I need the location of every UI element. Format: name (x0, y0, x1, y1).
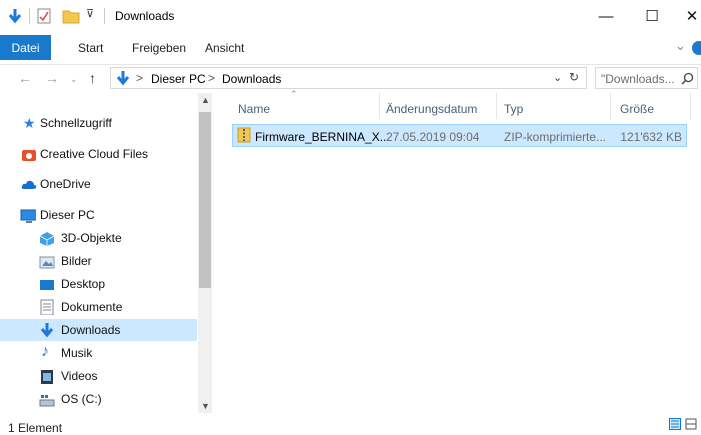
navigation-pane: ★ Schnellzugriff Creative Cloud Files On… (0, 93, 197, 413)
breadcrumb-separator: > (136, 71, 144, 85)
file-type: ZIP-komprimierte... (504, 130, 607, 144)
nav-item-onedrive[interactable]: OneDrive (0, 173, 197, 195)
help-icon[interactable] (692, 41, 701, 55)
nav-item-pictures[interactable]: Bilder (0, 250, 197, 272)
breadcrumb-this-pc[interactable]: Dieser PC (151, 72, 206, 86)
column-header-type[interactable]: Typ (504, 102, 523, 116)
drive-icon (39, 395, 55, 407)
sort-ascending-icon: ⌃ (290, 89, 298, 99)
window-title: Downloads (115, 9, 175, 23)
close-button[interactable]: ✕ (669, 0, 701, 32)
nav-item-label: OS (C:) (61, 392, 102, 406)
search-input[interactable]: "Downloads... (595, 67, 698, 89)
nav-item-this-pc[interactable]: Dieser PC (0, 204, 197, 226)
address-dropdown-icon[interactable]: ⌄ (553, 71, 562, 84)
new-folder-icon[interactable] (62, 8, 80, 24)
column-divider[interactable] (379, 93, 380, 119)
pc-icon (20, 209, 36, 223)
recent-locations-icon[interactable]: ⌄ (70, 74, 78, 85)
nav-item-label: Desktop (61, 277, 106, 291)
document-icon (40, 299, 54, 315)
nav-item-music[interactable]: ♪ Musik (0, 342, 197, 364)
nav-item-label: OneDrive (40, 177, 91, 191)
minimize-button[interactable]: — (583, 0, 629, 32)
up-icon[interactable]: ↑ (89, 70, 96, 86)
scroll-down-icon[interactable]: ▼ (201, 401, 210, 411)
address-bar[interactable]: > Dieser PC > Downloads ⌄ ↻ (110, 67, 587, 89)
item-count: 1 Element (8, 421, 63, 435)
column-divider[interactable] (610, 93, 611, 119)
nav-item-downloads[interactable]: Downloads (0, 319, 197, 341)
separator (29, 8, 30, 24)
breadcrumb-separator: > (208, 71, 216, 85)
nav-item-label: Dokumente (61, 300, 123, 314)
cloud-icon (21, 180, 37, 189)
title-bar: ⊽ Downloads — ☐ ✕ (0, 0, 701, 32)
nav-item-videos[interactable]: Videos (0, 365, 197, 387)
large-icons-view-icon[interactable] (685, 418, 697, 430)
column-header-modified[interactable]: Änderungsdatum (386, 102, 477, 116)
cube-icon (39, 232, 55, 246)
column-divider[interactable] (690, 93, 691, 119)
refresh-icon[interactable]: ↻ (569, 70, 579, 84)
file-name: Firmware_BERNINA_X... (255, 130, 390, 144)
column-header-name[interactable]: Name (238, 102, 270, 116)
star-icon: ★ (23, 115, 36, 131)
nav-item-creative-cloud[interactable]: Creative Cloud Files (0, 143, 197, 165)
search-icon (681, 72, 694, 85)
nav-scrollbar-thumb[interactable] (199, 112, 211, 288)
status-bar: 1 Element (0, 413, 701, 435)
video-icon (41, 370, 53, 384)
pictures-icon (39, 256, 55, 269)
separator (104, 8, 105, 24)
ribbon-expand-icon[interactable]: ⌄ (675, 38, 686, 54)
desktop-icon (40, 280, 54, 290)
tab-share[interactable]: Freigeben (132, 41, 186, 55)
nav-item-label: Videos (61, 369, 98, 383)
file-modified: 27.05.2019 09:04 (386, 130, 480, 144)
ribbon-tabs: Datei Start Freigeben Ansicht ⌄ (0, 32, 701, 65)
nav-item-os-drive[interactable]: OS (C:) (0, 388, 197, 410)
tab-view[interactable]: Ansicht (205, 41, 244, 55)
column-header-size[interactable]: Größe (620, 102, 654, 116)
scroll-up-icon[interactable]: ▲ (201, 95, 210, 105)
back-icon[interactable]: ← (18, 70, 32, 86)
breadcrumb-downloads[interactable]: Downloads (222, 72, 281, 86)
nav-item-3d-objects[interactable]: 3D-Objekte (0, 227, 197, 249)
nav-item-label: 3D-Objekte (61, 231, 122, 245)
music-icon: ♪ (41, 343, 49, 360)
zip-folder-icon (237, 127, 251, 143)
creative-cloud-icon (22, 150, 36, 161)
details-view-icon[interactable] (669, 418, 681, 430)
nav-item-label: Musik (61, 346, 93, 360)
tab-file[interactable]: Datei (0, 35, 51, 60)
forward-icon[interactable]: → (45, 70, 59, 86)
tab-start[interactable]: Start (78, 41, 103, 55)
properties-icon[interactable] (36, 8, 52, 24)
nav-item-documents[interactable]: Dokumente (0, 296, 197, 318)
nav-item-label: Creative Cloud Files (40, 147, 149, 161)
nav-item-quick-access[interactable]: ★ Schnellzugriff (0, 112, 197, 134)
column-divider[interactable] (496, 93, 497, 119)
down-arrow-icon[interactable] (8, 8, 22, 24)
customize-toolbar-icon[interactable]: ⊽ (86, 7, 94, 20)
download-icon (116, 71, 130, 86)
nav-item-label: Downloads (61, 323, 121, 337)
nav-item-desktop[interactable]: Desktop (0, 273, 197, 295)
search-placeholder: "Downloads... (601, 72, 675, 86)
nav-item-label: Schnellzugriff (40, 116, 112, 130)
download-icon (40, 323, 54, 338)
nav-item-label: Bilder (61, 254, 92, 268)
nav-item-label: Dieser PC (40, 208, 95, 222)
address-row: ← → ⌄ ↑ > Dieser PC > Downloads ⌄ ↻ "Dow… (0, 64, 701, 92)
file-size: 121'632 KB (620, 130, 682, 144)
